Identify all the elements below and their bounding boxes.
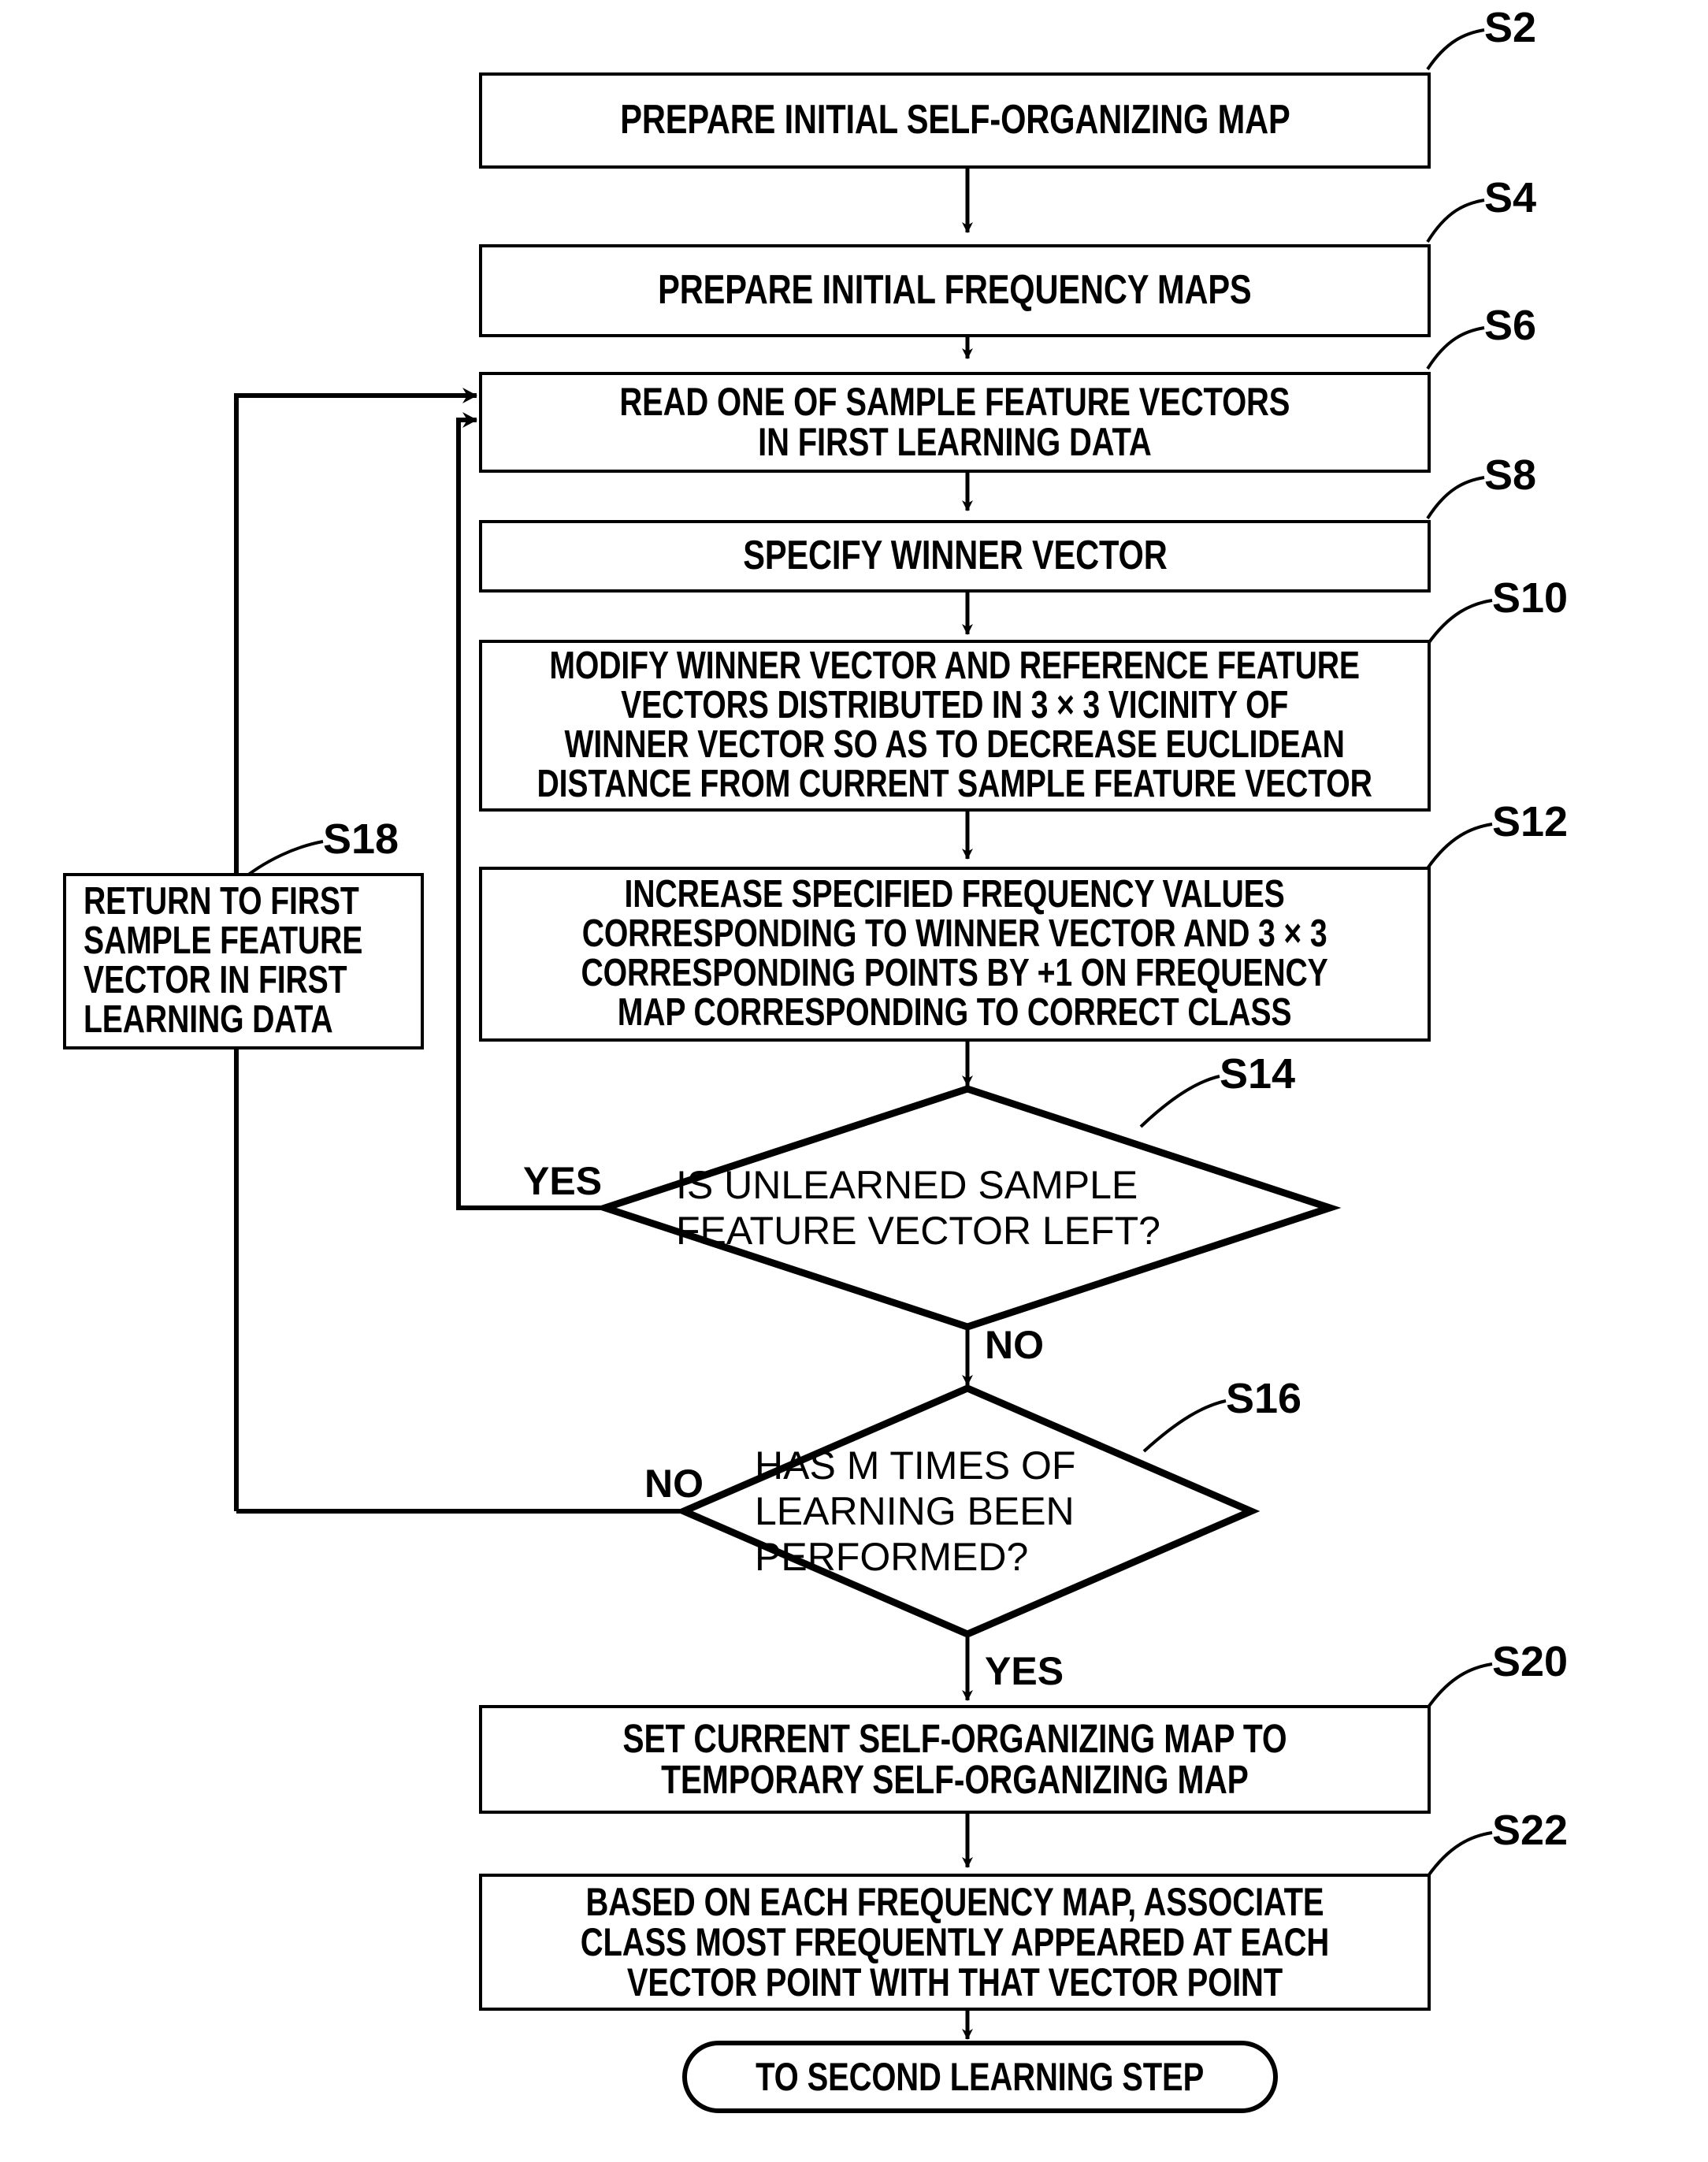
decision-s14[interactable]: IS UNLEARNED SAMPLE FEATURE VECTOR LEFT? — [676, 1150, 1259, 1265]
step-ref-s6: S6 — [1484, 302, 1537, 349]
process-s18[interactable]: RETURN TO FIRST SAMPLE FEATURE VECTOR IN… — [63, 873, 424, 1049]
process-s12-label: INCREASE SPECIFIED FREQUENCY VALUES CORR… — [581, 873, 1329, 1034]
process-s20-label: SET CURRENT SELF-ORGANIZING MAP TO TEMPO… — [622, 1715, 1287, 1802]
process-s6[interactable]: READ ONE OF SAMPLE FEATURE VECTORS IN FI… — [479, 372, 1431, 473]
process-s2-label: PREPARE INITIAL SELF-ORGANIZING MAP — [619, 97, 1290, 143]
step-ref-s16: S16 — [1226, 1375, 1302, 1422]
leader-s2 — [1426, 28, 1485, 71]
process-s4-label: PREPARE INITIAL FREQUENCY MAPS — [658, 267, 1252, 314]
leader-s14 — [1139, 1075, 1220, 1128]
flowchart-canvas: PREPARE INITIAL SELF-ORGANIZING MAP PREP… — [0, 0, 1708, 2162]
branch-label-s14-yes: YES — [523, 1159, 603, 1203]
branch-label-s16-no: NO — [644, 1462, 704, 1506]
decision-s14-label: IS UNLEARNED SAMPLE FEATURE VECTOR LEFT? — [676, 1163, 1160, 1253]
process-s4[interactable]: PREPARE INITIAL FREQUENCY MAPS — [479, 244, 1431, 337]
step-ref-s8: S8 — [1484, 451, 1537, 499]
leader-s20 — [1426, 1662, 1493, 1710]
step-ref-s2: S2 — [1484, 4, 1537, 51]
leader-s22 — [1426, 1831, 1493, 1878]
process-s20[interactable]: SET CURRENT SELF-ORGANIZING MAP TO TEMPO… — [479, 1705, 1431, 1814]
step-ref-s18: S18 — [323, 815, 399, 863]
branch-label-s16-yes: YES — [985, 1649, 1064, 1693]
process-s10-label: MODIFY WINNER VECTOR AND REFERENCE FEATU… — [537, 645, 1373, 805]
process-s18-label: RETURN TO FIRST SAMPLE FEATURE VECTOR IN… — [84, 880, 363, 1041]
process-s22-label: BASED ON EACH FREQUENCY MAP, ASSOCIATE C… — [580, 1879, 1330, 2004]
process-s8[interactable]: SPECIFY WINNER VECTOR — [479, 520, 1431, 593]
step-ref-s20: S20 — [1492, 1638, 1569, 1685]
process-s12[interactable]: INCREASE SPECIFIED FREQUENCY VALUES CORR… — [479, 867, 1431, 1042]
leader-s10 — [1426, 599, 1493, 646]
process-s2[interactable]: PREPARE INITIAL SELF-ORGANIZING MAP — [479, 72, 1431, 169]
step-ref-s10: S10 — [1492, 574, 1569, 622]
leader-s6 — [1426, 326, 1485, 370]
process-s10[interactable]: MODIFY WINNER VECTOR AND REFERENCE FEATU… — [479, 640, 1431, 812]
step-ref-s22: S22 — [1492, 1807, 1569, 1854]
terminator-label: TO SECOND LEARNING STEP — [756, 2054, 1205, 2099]
step-ref-s4: S4 — [1484, 174, 1537, 221]
decision-s16-label: HAS M TIMES OF LEARNING BEEN PERFORMED? — [755, 1443, 1076, 1579]
process-s8-label: SPECIFY WINNER VECTOR — [742, 533, 1168, 579]
leader-s12 — [1426, 823, 1493, 870]
step-ref-s12: S12 — [1492, 798, 1569, 845]
process-s22[interactable]: BASED ON EACH FREQUENCY MAP, ASSOCIATE C… — [479, 1874, 1431, 2011]
step-ref-s14: S14 — [1220, 1050, 1296, 1098]
decision-s16[interactable]: HAS M TIMES OF LEARNING BEEN PERFORMED? — [755, 1432, 1180, 1590]
branch-label-s14-no: NO — [985, 1323, 1044, 1367]
leader-s4 — [1426, 199, 1485, 243]
leader-s8 — [1426, 476, 1485, 520]
process-s6-label: READ ONE OF SAMPLE FEATURE VECTORS IN FI… — [619, 380, 1290, 464]
terminator-second-learning-step[interactable]: TO SECOND LEARNING STEP — [682, 2041, 1278, 2113]
